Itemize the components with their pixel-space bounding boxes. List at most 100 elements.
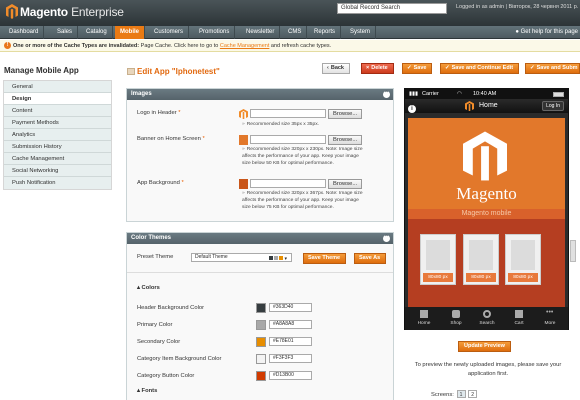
preview-scroll-handle[interactable]: [570, 240, 576, 262]
user-info: Logged in as admin | Вівторок, 28 червня…: [456, 4, 578, 10]
info-icon[interactable]: i: [408, 105, 416, 113]
product-tile[interactable]: 80x80 px: [463, 234, 499, 285]
swatch: [274, 256, 279, 260]
save-continue-label: Save and Continue Edit: [451, 65, 514, 71]
message-text: Page Cache. Click here to go to: [140, 43, 219, 49]
nav-customers[interactable]: Customers: [149, 26, 190, 39]
background-label-text: App Background: [137, 180, 180, 186]
product-tile[interactable]: 80x80 px: [420, 234, 456, 285]
background-file-input[interactable]: [250, 179, 326, 188]
fonts-heading-label: Fonts: [141, 388, 158, 394]
phone-login-button[interactable]: Log In: [542, 101, 564, 111]
shop-tab-icon: [452, 310, 460, 318]
cache-management-link[interactable]: Cache Management: [220, 43, 270, 49]
magento-logo-thumb-icon: [239, 109, 248, 119]
global-search-input[interactable]: Global Record Search: [337, 3, 447, 14]
save-button-label: Save: [413, 65, 427, 71]
help-label: Get help for this page: [520, 29, 578, 35]
colors-heading-label: Colors: [141, 285, 160, 291]
update-preview-button[interactable]: Update Preview: [458, 341, 511, 352]
note-bullet-icon: »: [242, 191, 245, 196]
images-section-header[interactable]: Images ⌃: [127, 89, 393, 100]
background-label: App Background *: [137, 180, 184, 186]
color-input[interactable]: #D13B00: [269, 371, 312, 380]
signal-icon: ▮▮▮: [409, 91, 419, 97]
sidebar-item-cache-management[interactable]: Cache Management: [4, 153, 111, 165]
background-browse-button[interactable]: Browse...: [328, 179, 363, 189]
logo-name: Magento: [20, 5, 68, 19]
nav-reports[interactable]: Reports: [309, 26, 342, 39]
required-marker: *: [181, 180, 184, 186]
sidebar-item-analytics[interactable]: Analytics: [4, 129, 111, 141]
colors-heading[interactable]: ▴ Colors: [137, 285, 160, 291]
banner-browse-button[interactable]: Browse...: [328, 135, 363, 145]
save-submit-icon: ✓: [530, 65, 535, 71]
nav-system[interactable]: System: [345, 26, 377, 39]
page-title: Edit App "Iphonetest": [137, 67, 220, 76]
nav-dashboard[interactable]: Dashboard: [4, 26, 45, 39]
nav-cms[interactable]: CMS: [283, 26, 308, 39]
banner-thumb-icon: [239, 135, 248, 145]
sidebar-item-social-networking[interactable]: Social Networking: [4, 165, 111, 177]
sidebar-item-general[interactable]: General: [4, 81, 111, 93]
save-continue-button[interactable]: ✓ Save and Continue Edit: [440, 63, 520, 74]
sidebar-item-submission-history[interactable]: Submission History: [4, 141, 111, 153]
cart-tab-icon: [515, 310, 523, 318]
save-theme-button[interactable]: Save Theme: [303, 253, 347, 264]
delete-button[interactable]: × Delete: [361, 63, 394, 74]
help-link[interactable]: ● Get help for this page: [515, 26, 578, 39]
nav-newsletter[interactable]: Newsletter: [241, 26, 281, 39]
color-swatch[interactable]: [256, 303, 266, 313]
logo-label: Logo in Header *: [137, 110, 181, 116]
phone-tab-cart[interactable]: Cart: [505, 321, 533, 326]
save-submit-button[interactable]: ✓ Save and Subm: [525, 63, 580, 74]
color-input[interactable]: #A8A8A8: [269, 320, 312, 329]
phone-time: 10:40 AM: [473, 91, 497, 97]
banner-note-line-1: Recommended size 320px x 230px. Note: Im…: [246, 147, 363, 152]
back-button[interactable]: ‹ Back: [322, 63, 350, 74]
nav-promotions[interactable]: Promotions: [194, 26, 236, 39]
fonts-heading[interactable]: ▴ Fonts: [137, 388, 157, 394]
banner-note-line-2: affects the performance of your app. Kee…: [242, 154, 359, 159]
preset-theme-select[interactable]: Default Theme ▾: [191, 253, 292, 262]
color-swatch[interactable]: [256, 354, 266, 364]
color-input[interactable]: #F3F3F3: [269, 354, 312, 363]
save-button[interactable]: ✓ Save: [402, 63, 433, 74]
sidebar-item-content[interactable]: Content: [4, 105, 111, 117]
background-note: » Recommended size 320px x 367px. Note: I…: [242, 190, 363, 211]
banner-label-text: Banner on Home Screen: [137, 136, 201, 142]
color-input[interactable]: #363D40: [269, 303, 312, 312]
collapse-icon[interactable]: ⌃: [383, 91, 390, 98]
nav-sales[interactable]: Sales: [52, 26, 79, 39]
note-bullet-icon: »: [242, 147, 245, 152]
message-tail: and refresh cache types.: [270, 43, 332, 49]
screen-page-2[interactable]: 2: [468, 390, 478, 398]
nav-mobile[interactable]: Mobile: [115, 26, 145, 39]
collapse-icon[interactable]: ⌃: [383, 235, 390, 242]
logo-file-input[interactable]: [250, 109, 326, 118]
logo-browse-button[interactable]: Browse...: [328, 109, 363, 119]
phone-tab-home[interactable]: Home: [410, 321, 438, 326]
sidebar-item-push-notification[interactable]: Push Notification: [4, 177, 111, 189]
color-swatch[interactable]: [256, 320, 266, 330]
phone-tab-search[interactable]: Search: [473, 321, 501, 326]
magento-tile-icon: [469, 240, 493, 270]
phone-tab-shop[interactable]: Shop: [442, 321, 470, 326]
color-swatch[interactable]: [256, 337, 266, 347]
product-tile[interactable]: 80x80 px: [505, 234, 541, 285]
images-section: Images ⌃ Logo in Header * Browse... » Reco…: [126, 88, 394, 222]
save-as-button[interactable]: Save As: [354, 253, 387, 264]
nav-catalog[interactable]: Catalog: [81, 26, 113, 39]
phone-tab-more[interactable]: More: [536, 321, 564, 326]
color-themes-section: Color Themes ⌃ Preset Theme Default Theme…: [126, 232, 394, 400]
user-info-text: Logged in as admin | Вівторок, 28 червня…: [456, 4, 579, 10]
save-continue-icon: ✓: [445, 65, 450, 71]
screen-page-1[interactable]: 1: [456, 390, 466, 398]
color-input[interactable]: #E78E01: [269, 337, 312, 346]
color-swatch[interactable]: [256, 371, 266, 381]
banner-file-input[interactable]: [250, 135, 326, 144]
color-themes-header[interactable]: Color Themes ⌃: [127, 233, 393, 244]
banner-ribbon: Magento mobile: [408, 209, 565, 219]
sidebar-item-design[interactable]: Design: [4, 93, 111, 105]
sidebar-item-payment-methods[interactable]: Payment Methods: [4, 117, 111, 129]
